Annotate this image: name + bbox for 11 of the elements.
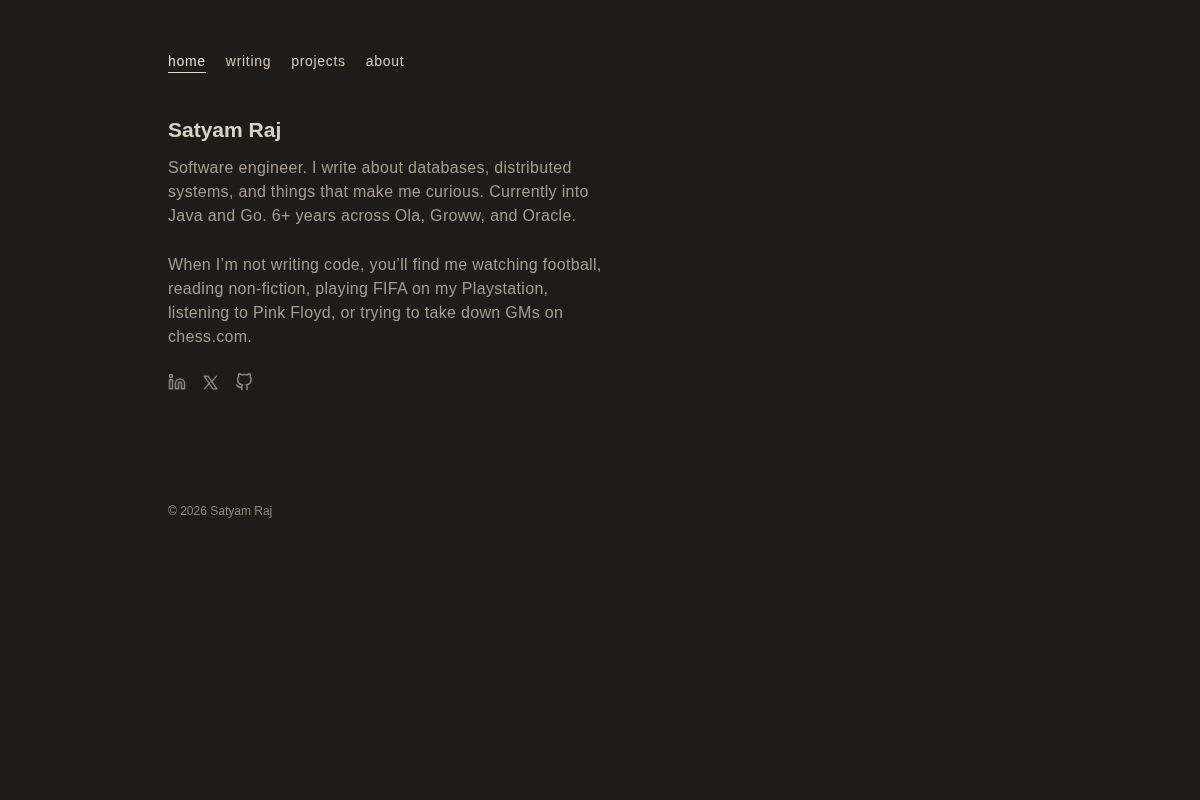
x-logo-icon[interactable] — [202, 373, 219, 391]
bio-paragraph: When I’m not writing code, you’ll find me watching football, reading non-fiction, playing FIFA on my Playstation, listening to Pink Floyd, or trying to take down GMs on chess.com. — [168, 255, 603, 347]
nav-link[interactable]: home — [168, 52, 206, 73]
nav-link[interactable]: about — [365, 52, 405, 73]
nav-link[interactable]: projects — [291, 52, 346, 73]
copyright-text: © 2026 Satyam Raj — [168, 503, 273, 519]
linkedin-icon[interactable] — [168, 373, 186, 391]
bio-paragraph: Software engineer. I write about databases, distributed systems, and things that make me curious. Currently into Java and Go. 6+ years across Ola, Groww, and Oracle. — [168, 158, 590, 226]
page-title: Satyam Raj — [168, 117, 282, 143]
github-icon[interactable] — [235, 373, 253, 391]
nav-link[interactable]: writing — [225, 52, 272, 73]
